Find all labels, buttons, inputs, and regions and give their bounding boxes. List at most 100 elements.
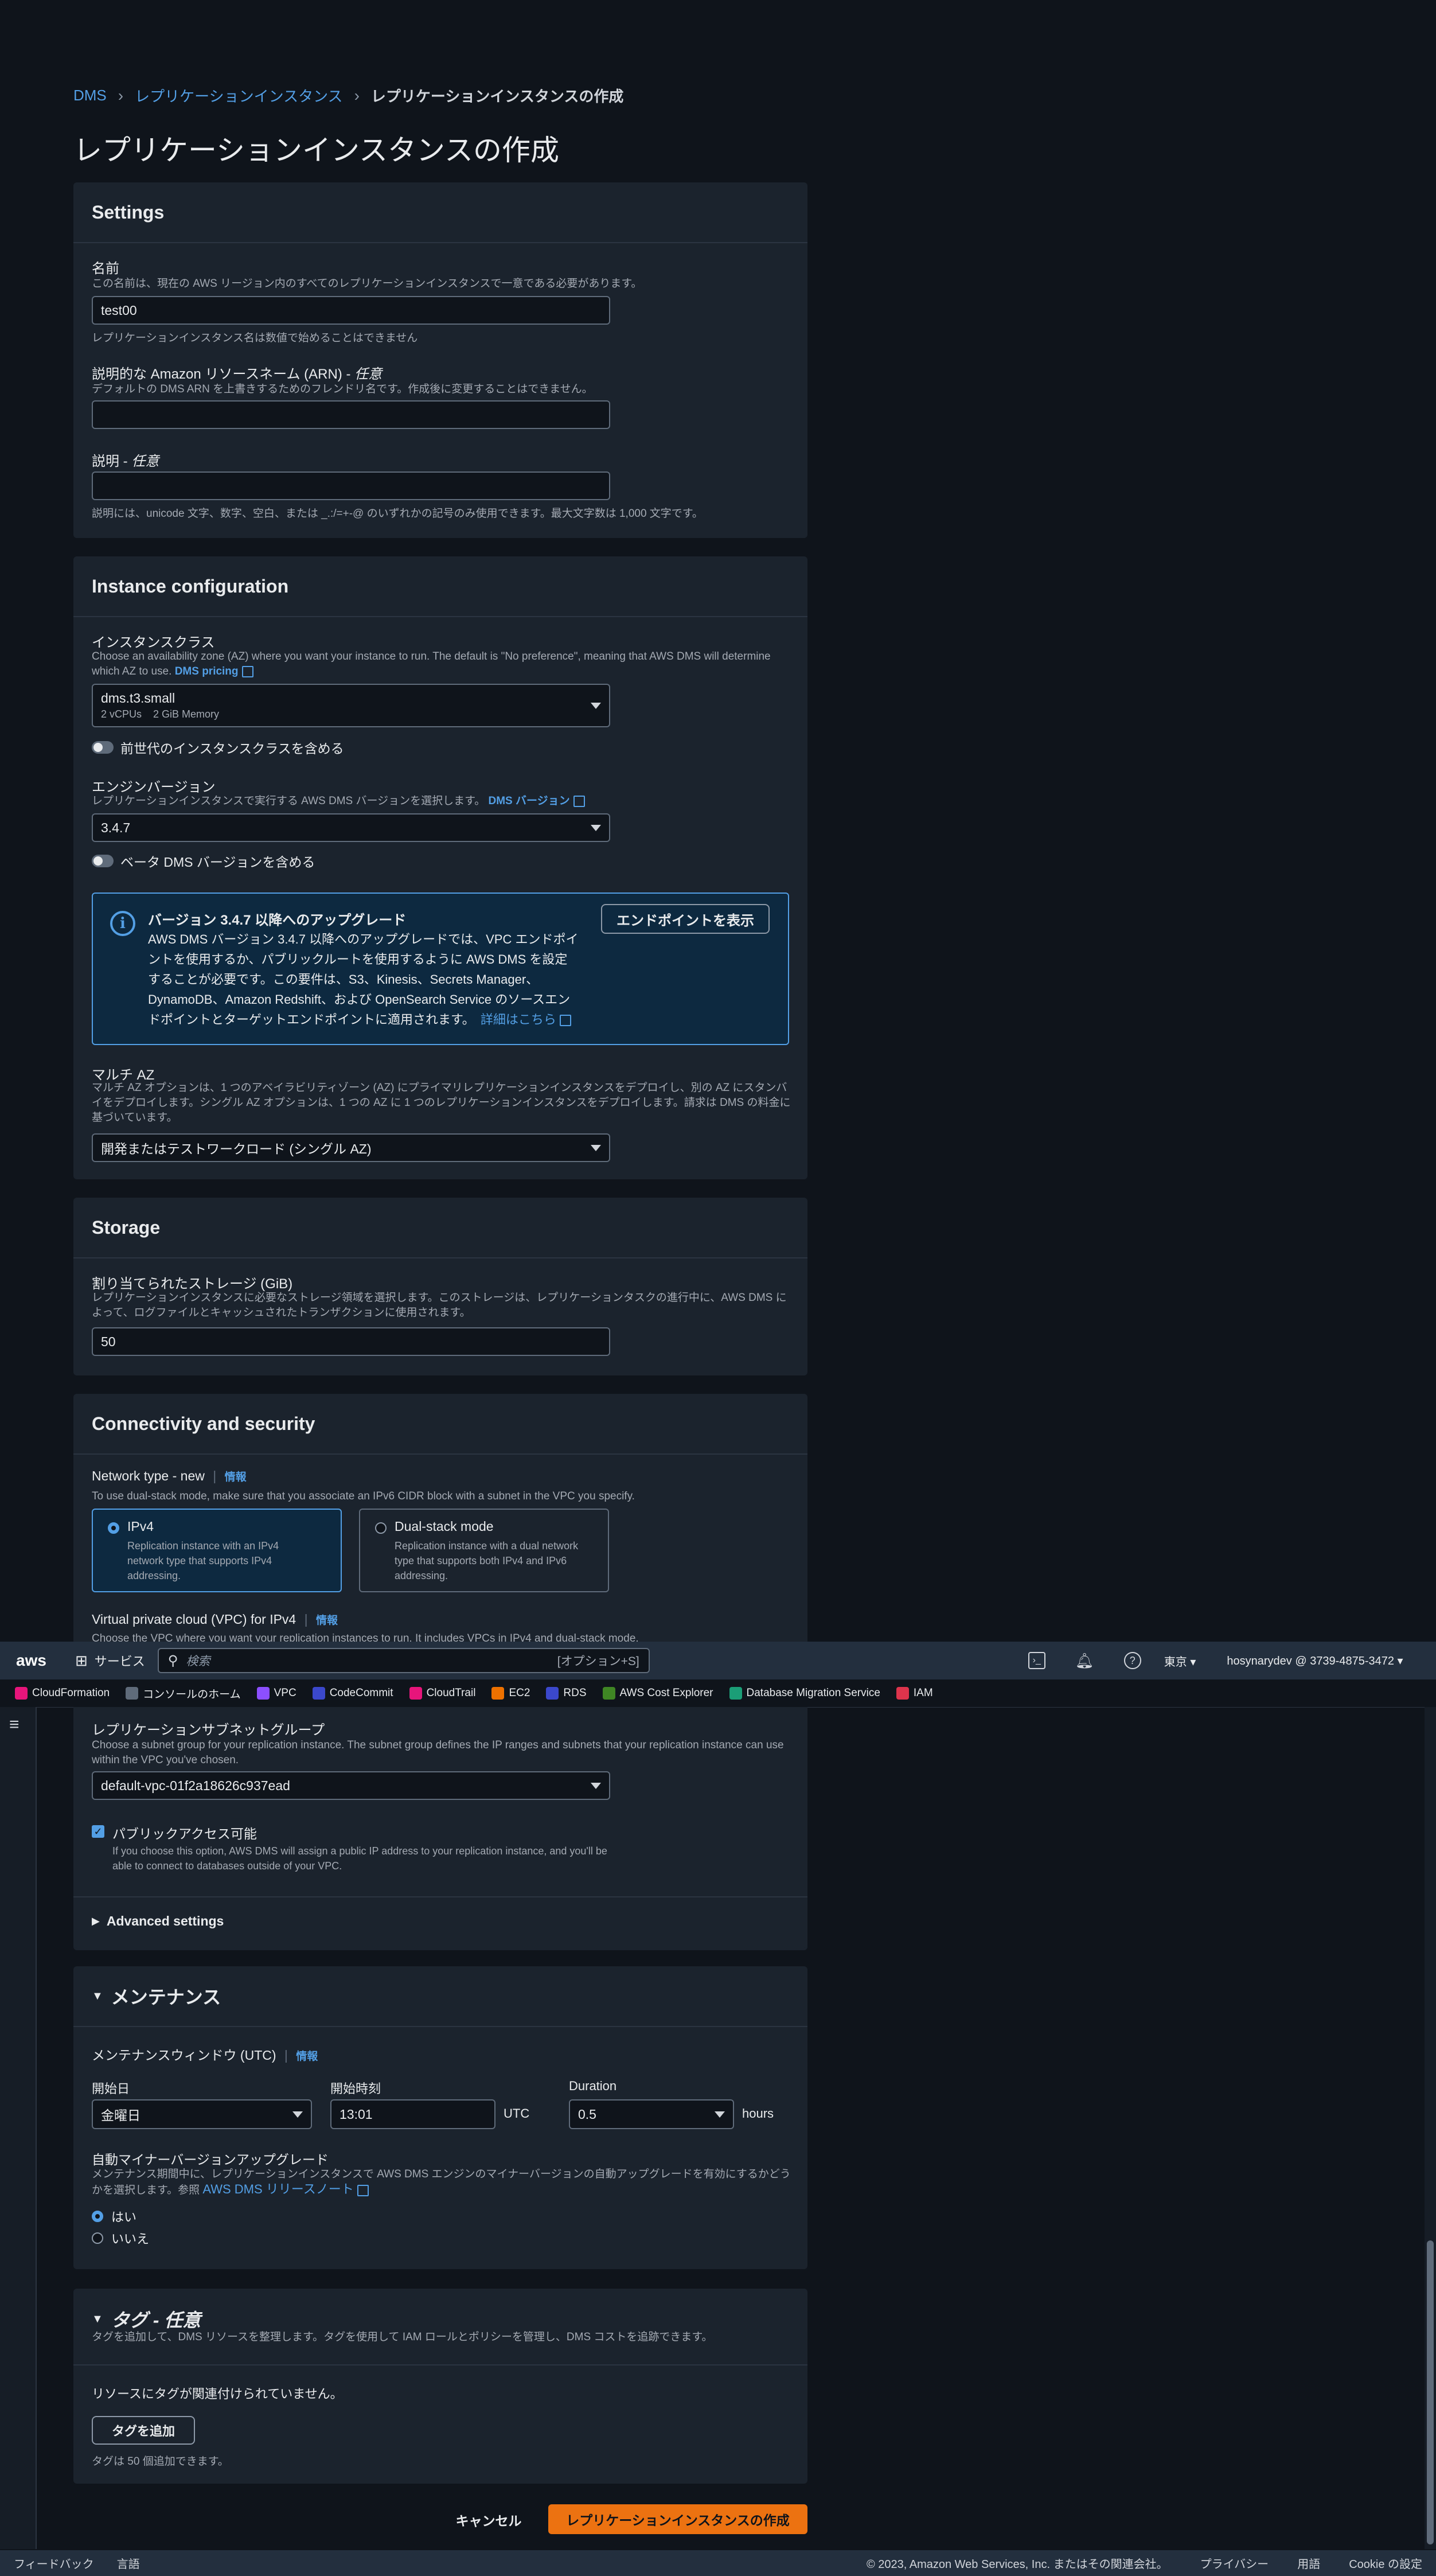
chevron-right-icon: ›	[118, 86, 124, 104]
public-access-description: If you choose this option, AWS DMS will …	[112, 1845, 607, 1872]
dms-version-link[interactable]: DMS バージョン	[489, 795, 570, 807]
caret-down-icon[interactable]: ▼	[92, 1990, 103, 2003]
cloudshell-icon[interactable]: ›_	[1028, 1652, 1045, 1669]
help-icon[interactable]: ?	[1123, 1652, 1141, 1669]
favorite-3[interactable]: CodeCommit	[312, 1687, 393, 1700]
terms-link[interactable]: 用語	[1297, 2555, 1320, 2571]
add-tag-button[interactable]: タグを追加	[92, 2416, 195, 2445]
ipv4-option[interactable]: IPv4 Replication instance with an IPv4 n…	[92, 1509, 342, 1592]
service-icon	[729, 1687, 742, 1700]
auto-upgrade-no[interactable]: いいえ	[92, 2229, 149, 2247]
start-time-input[interactable]: 13:01	[330, 2099, 495, 2129]
maintenance-title: メンテナンス	[111, 1987, 221, 2008]
connectivity-panel-continued: レプリケーションサブネットグループ Choose a subnet group …	[73, 1707, 807, 1948]
public-access-checkbox[interactable]: ✓	[92, 1825, 104, 1838]
service-icon	[256, 1687, 270, 1700]
storage-description: レプリケーションインスタンスに必要なストレージ領域を選択します。このストレージは…	[92, 1292, 787, 1319]
favorite-5[interactable]: EC2	[491, 1687, 530, 1700]
favorite-9[interactable]: IAM	[896, 1687, 933, 1700]
vpc-label: Virtual private cloud (VPC) for IPv4 | 情…	[92, 1612, 338, 1627]
service-icon	[602, 1687, 615, 1700]
feedback-link[interactable]: フィードバック	[14, 2555, 94, 2571]
favorite-4[interactable]: CloudTrail	[409, 1687, 475, 1700]
toggle-switch[interactable]	[92, 741, 114, 754]
breadcrumb-instances-link[interactable]: レプリケーションインスタンス	[135, 85, 342, 106]
language-link[interactable]: 言語	[117, 2555, 140, 2571]
multi-az-description: マルチ AZ オプションは、1 つのアベイラビリティゾーン (AZ) にプライマ…	[92, 1082, 791, 1124]
bell-icon[interactable]: 🔔︎	[1075, 1652, 1094, 1670]
search-box[interactable]: ⚲ 検索 [オプション+S]	[157, 1648, 650, 1673]
subnet-group-label: レプリケーションサブネットグループ	[92, 1722, 325, 1738]
caret-right-icon: ▶	[92, 1915, 100, 1927]
service-icon	[312, 1687, 325, 1700]
start-day-label: 開始日	[92, 2082, 130, 2096]
tags-title: タグ - 任意	[111, 2310, 201, 2331]
dual-stack-option[interactable]: Dual-stack mode Replication instance wit…	[359, 1509, 609, 1592]
tags-panel: ▼ タグ - 任意 タグを追加して、DMS リソースを整理します。タグを使用して…	[73, 2289, 807, 2484]
favorite-2[interactable]: VPC	[256, 1687, 296, 1700]
privacy-link[interactable]: プライバシー	[1200, 2555, 1269, 2571]
multi-az-select[interactable]: 開発またはテストワークロード (シングル AZ)	[92, 1133, 610, 1162]
service-icon	[896, 1687, 909, 1700]
favorite-8[interactable]: Database Migration Service	[729, 1687, 880, 1700]
favorite-0[interactable]: CloudFormation	[15, 1687, 110, 1700]
ipv4-radio[interactable]	[108, 1522, 119, 1534]
info-link[interactable]: 情報	[316, 1615, 338, 1627]
view-endpoints-button[interactable]: エンドポイントを表示	[601, 904, 770, 934]
toggle-switch[interactable]	[92, 855, 114, 867]
utc-label: UTC	[504, 2106, 530, 2121]
auto-upgrade-yes[interactable]: はい	[92, 2207, 136, 2226]
arn-input[interactable]	[92, 400, 610, 429]
caret-down-icon	[715, 2111, 725, 2118]
scrollbar-thumb[interactable]	[1427, 2240, 1434, 2544]
cancel-button[interactable]: キャンセル	[447, 2507, 530, 2533]
caret-down-icon[interactable]: ▼	[92, 2313, 103, 2326]
page-scrollbar[interactable]	[1425, 1707, 1436, 2549]
breadcrumb-dms-link[interactable]: DMS	[73, 87, 107, 104]
duration-select[interactable]: 0.5	[569, 2099, 734, 2129]
subnet-group-select[interactable]: default-vpc-01f2a18626c937ead	[92, 1771, 610, 1800]
description-hint: 説明には、unicode 文字、数字、空白、または _.:/=+-@ のいずれか…	[92, 508, 703, 520]
description-input[interactable]	[92, 471, 610, 500]
service-icon	[491, 1687, 505, 1700]
breadcrumb: DMS › レプリケーションインスタンス › レプリケーションインスタンスの作成	[73, 85, 623, 106]
alert-body: AWS DMS バージョン 3.4.7 以降へのアップグレードでは、VPC エン…	[148, 932, 579, 1027]
instance-class-select[interactable]: dms.t3.small 2 vCPUs 2 GiB Memory	[92, 684, 610, 727]
info-link[interactable]: 情報	[296, 2051, 318, 2063]
service-icon	[126, 1687, 139, 1700]
services-menu[interactable]: ⊞ サービス	[75, 1651, 145, 1670]
previous-gen-toggle[interactable]: 前世代のインスタンスクラスを含める	[92, 738, 344, 757]
yes-radio[interactable]	[92, 2211, 103, 2222]
engine-version-select[interactable]: 3.4.7	[92, 813, 610, 842]
name-input[interactable]: test00	[92, 296, 610, 325]
advanced-settings-toggle[interactable]: ▶ Advanced settings	[92, 1914, 224, 1929]
network-type-description: To use dual-stack mode, make sure that y…	[92, 1490, 635, 1502]
favorite-6[interactable]: RDS	[546, 1687, 587, 1700]
region-menu[interactable]: 東京 ▾	[1164, 1653, 1196, 1669]
connectivity-title: Connectivity and security	[92, 1413, 315, 1434]
menu-icon[interactable]: ≡	[9, 1715, 19, 1735]
beta-version-toggle[interactable]: ベータ DMS バージョンを含める	[92, 851, 315, 871]
release-notes-link[interactable]: AWS DMS リリースノート	[202, 2182, 353, 2196]
maintenance-window-label: メンテナンスウィンドウ (UTC) | 情報	[92, 2048, 318, 2063]
name-description: この名前は、現在の AWS リージョン内のすべてのレプリケーションインスタンスで…	[92, 278, 642, 290]
aws-logo[interactable]: aws	[16, 1651, 46, 1670]
create-instance-button[interactable]: レプリケーションインスタンスの作成	[548, 2504, 807, 2534]
no-radio[interactable]	[92, 2232, 103, 2244]
tags-description: タグを追加して、DMS リソースを整理します。タグを使用して IAM ロールとポ…	[92, 2331, 713, 2343]
start-time-label: 開始時刻	[330, 2082, 381, 2096]
dual-stack-radio[interactable]	[375, 1522, 387, 1534]
top-navigation-bar: aws ⊞ サービス ⚲ 検索 [オプション+S] ›_ 🔔︎ ? 東京 ▾ ho…	[0, 1642, 1436, 1679]
side-navigation-rail: ≡	[0, 1707, 37, 2549]
account-menu[interactable]: hosynarydev @ 3739-4875-3472 ▾	[1227, 1654, 1403, 1668]
learn-more-link[interactable]: 詳細はこちら	[481, 1012, 556, 1027]
info-link[interactable]: 情報	[225, 1471, 247, 1483]
dms-pricing-link[interactable]: DMS pricing	[175, 665, 239, 677]
favorite-1[interactable]: コンソールのホーム	[126, 1686, 241, 1701]
favorite-7[interactable]: AWS Cost Explorer	[602, 1687, 713, 1700]
cookie-settings-link[interactable]: Cookie の設定	[1349, 2555, 1422, 2571]
start-day-select[interactable]: 金曜日	[92, 2099, 312, 2129]
storage-input[interactable]: 50	[92, 1327, 610, 1356]
settings-title: Settings	[92, 201, 165, 223]
storage-label: 割り当てられたストレージ (GiB)	[92, 1276, 293, 1292]
